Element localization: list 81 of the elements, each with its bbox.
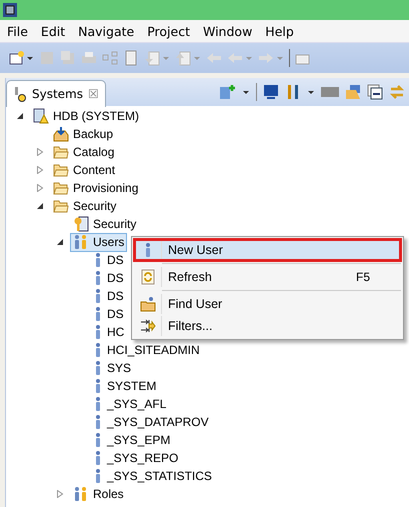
menu-item[interactable]: Help xyxy=(265,24,294,38)
tree-item[interactable]: Provisioning xyxy=(50,178,142,198)
refresh-icon xyxy=(140,269,156,285)
menu-item[interactable]: Edit xyxy=(40,24,66,38)
tree-item[interactable]: DS xyxy=(90,304,127,324)
shortcut-label: F5 xyxy=(356,270,371,284)
users-icon xyxy=(73,486,89,502)
close-button[interactable]: ☒ xyxy=(88,86,99,100)
tree-item[interactable]: Content xyxy=(50,160,118,180)
document-icon[interactable] xyxy=(123,50,139,66)
menu-item[interactable]: Filters... xyxy=(134,315,401,337)
import-icon[interactable] xyxy=(144,50,160,66)
user-icon xyxy=(93,432,103,448)
tree-item[interactable]: _SYS_STATISTICS xyxy=(90,466,215,486)
tree-item[interactable]: DS xyxy=(90,250,127,270)
user-icon xyxy=(93,396,103,412)
user-icon xyxy=(143,242,153,258)
tree-item[interactable]: DS xyxy=(90,286,127,306)
tree-item[interactable]: HC xyxy=(90,322,128,342)
print-icon[interactable] xyxy=(81,50,97,66)
tree-item[interactable]: SYSTEM xyxy=(90,376,160,396)
menu-item[interactable]: Navigate xyxy=(78,24,134,38)
user-icon xyxy=(93,450,103,466)
folder-user-icon xyxy=(140,296,156,312)
user-icon xyxy=(93,306,103,322)
expand-arrow-icon[interactable] xyxy=(36,166,44,174)
folder-icon xyxy=(53,199,69,213)
tree-item[interactable]: _SYS_AFL xyxy=(90,394,170,414)
expand-arrow-icon[interactable] xyxy=(36,184,44,192)
tree-item[interactable]: Security xyxy=(50,196,120,216)
tree-item[interactable]: Backup xyxy=(50,124,116,144)
tree-item[interactable]: _SYS_REPO xyxy=(90,448,182,468)
collapse-icon[interactable] xyxy=(367,84,383,100)
folder-icon xyxy=(53,145,69,159)
key-document-icon xyxy=(73,216,89,232)
menu-item[interactable]: Find User xyxy=(134,293,401,315)
add-system-icon[interactable] xyxy=(218,84,236,100)
user-icon xyxy=(93,324,103,340)
user-icon xyxy=(93,342,103,358)
menu-item[interactable]: Window xyxy=(203,24,252,38)
filter-icon xyxy=(140,318,156,334)
chip-icon xyxy=(2,2,18,18)
menu-item[interactable]: Project xyxy=(147,24,190,38)
monitor-icon[interactable] xyxy=(263,84,279,100)
tree-item[interactable]: Security xyxy=(70,214,140,234)
collapse-arrow-icon[interactable] xyxy=(16,112,24,120)
tree-item[interactable]: _SYS_DATAPROV xyxy=(90,412,212,432)
folder-icon xyxy=(53,163,69,177)
view-tab[interactable]: Systems ☒ xyxy=(6,80,106,106)
backup-tray-icon xyxy=(53,126,69,142)
users-icon xyxy=(73,234,89,250)
user-icon xyxy=(93,414,103,430)
collapse-arrow-icon[interactable] xyxy=(36,202,44,210)
tree-item[interactable]: SYS xyxy=(90,358,134,378)
menu-item[interactable]: New User xyxy=(134,239,401,261)
tree-item[interactable]: HDB (SYSTEM) xyxy=(30,106,142,126)
systems-icon xyxy=(13,86,27,102)
tab-label: Systems xyxy=(32,86,83,100)
folder-icon xyxy=(53,181,69,195)
folder-icon[interactable] xyxy=(345,84,361,100)
user-icon xyxy=(93,288,103,304)
expand-arrow-icon[interactable] xyxy=(36,148,44,156)
user-icon xyxy=(93,270,103,286)
user-icon xyxy=(93,378,103,394)
tree-item[interactable]: DS xyxy=(90,268,127,288)
user-icon xyxy=(93,468,103,484)
tree-item[interactable]: Roles xyxy=(70,484,127,504)
user-icon xyxy=(93,360,103,376)
menu-item[interactable]: File xyxy=(7,24,28,38)
user-icon xyxy=(93,252,103,268)
menu-item[interactable]: Refresh F5 xyxy=(134,266,401,288)
tree-item[interactable]: _SYS_EPM xyxy=(90,430,174,450)
tree-item[interactable]: Catalog xyxy=(50,142,118,162)
tree-item[interactable]: Users xyxy=(70,232,128,252)
diagram-icon[interactable] xyxy=(102,50,118,66)
new-icon[interactable] xyxy=(8,50,24,66)
export-icon[interactable] xyxy=(175,50,191,66)
tree-item[interactable]: HCI_SITEADMIN xyxy=(90,340,203,360)
collapse-arrow-icon[interactable] xyxy=(56,238,64,246)
expand-arrow-icon[interactable] xyxy=(56,490,64,498)
server-warning-icon xyxy=(33,108,49,124)
